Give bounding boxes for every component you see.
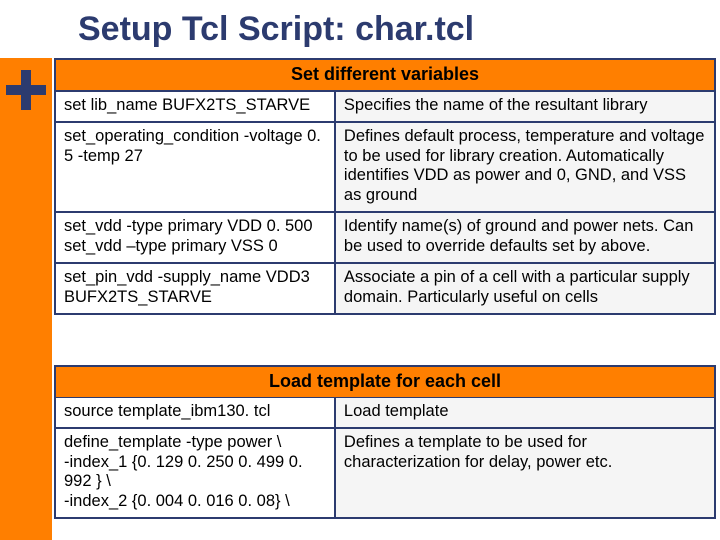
variables-table: set lib_name BUFX2TS_STARVE Specifies th…	[54, 90, 716, 315]
cross-icon	[6, 70, 46, 110]
desc-cell: Associate a pin of a cell with a particu…	[335, 263, 715, 314]
desc-cell: Load template	[335, 397, 715, 428]
cmd-cell: set lib_name BUFX2TS_STARVE	[55, 91, 335, 122]
cmd-cell: set_vdd -type primary VDD 0. 500 set_vdd…	[55, 212, 335, 263]
desc-cell: Specifies the name of the resultant libr…	[335, 91, 715, 122]
template-table: source template_ibm130. tcl Load templat…	[54, 396, 716, 519]
table-row: source template_ibm130. tcl Load templat…	[55, 397, 715, 428]
template-table-wrap: source template_ibm130. tcl Load templat…	[54, 396, 716, 519]
table-row: set_operating_condition -voltage 0. 5 -t…	[55, 122, 715, 212]
cmd-cell: set_pin_vdd -supply_name VDD3 BUFX2TS_ST…	[55, 263, 335, 314]
desc-cell: Defines default process, temperature and…	[335, 122, 715, 212]
cmd-cell: set_operating_condition -voltage 0. 5 -t…	[55, 122, 335, 212]
left-decor-strip	[0, 58, 52, 540]
table-row: set lib_name BUFX2TS_STARVE Specifies th…	[55, 91, 715, 122]
desc-cell: Identify name(s) of ground and power net…	[335, 212, 715, 263]
table-row: set_vdd -type primary VDD 0. 500 set_vdd…	[55, 212, 715, 263]
table-row: define_template -type power \ -index_1 {…	[55, 428, 715, 518]
slide-title: Setup Tcl Script: char.tcl	[78, 10, 474, 49]
cmd-cell: define_template -type power \ -index_1 {…	[55, 428, 335, 518]
section-header-variables: Set different variables	[54, 58, 716, 90]
section-header-template-wrap: Load template for each cell	[54, 365, 716, 397]
section-header-template: Load template for each cell	[54, 365, 716, 397]
desc-cell: Defines a template to be used for charac…	[335, 428, 715, 518]
table-row: set_pin_vdd -supply_name VDD3 BUFX2TS_ST…	[55, 263, 715, 314]
cmd-cell: source template_ibm130. tcl	[55, 397, 335, 428]
slide: Setup Tcl Script: char.tcl Set different…	[0, 0, 720, 540]
